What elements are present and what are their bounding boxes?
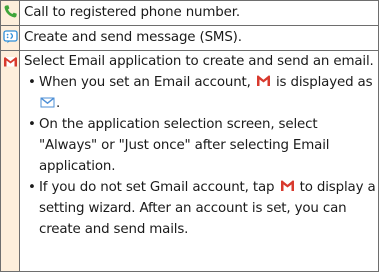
email-description: Select Email application to create and s… xyxy=(24,54,374,69)
note-1-part-1: When you set an Email account, xyxy=(39,75,251,90)
icon-cell xyxy=(0,0,20,26)
note-3-part-1: If you do not set Gmail account, tap xyxy=(39,180,275,195)
note-2: On the application selection screen, sel… xyxy=(39,117,330,174)
row-description: Select Email application to create and s… xyxy=(19,50,379,272)
icon-cell xyxy=(0,50,20,272)
sms-icon xyxy=(2,29,18,44)
table-row-phone: Call to registered phone number. xyxy=(0,0,379,26)
gmail-icon xyxy=(256,73,271,86)
row-description: Call to registered phone number. xyxy=(19,0,379,26)
gmail-icon xyxy=(3,54,18,69)
note-list: When you set an Email account, is displa… xyxy=(24,72,376,240)
phone-icon xyxy=(3,4,18,19)
note-1-part-3: . xyxy=(56,96,61,111)
table-row-email: Select Email application to create and s… xyxy=(0,50,379,272)
note-1-part-2: is displayed as xyxy=(275,75,373,90)
list-item: When you set an Email account, is displa… xyxy=(24,72,376,114)
phone-description: Call to registered phone number. xyxy=(24,5,240,20)
shortcut-table: Call to registered phone number. Create … xyxy=(0,0,379,272)
table-row-sms: Create and send message (SMS). xyxy=(0,25,379,51)
list-item: If you do not set Gmail account, tap to … xyxy=(24,177,376,240)
row-description: Create and send message (SMS). xyxy=(19,25,379,51)
gmail-icon xyxy=(280,178,295,191)
list-item: On the application selection screen, sel… xyxy=(24,114,376,177)
email-envelope-icon xyxy=(40,94,55,108)
icon-cell xyxy=(0,25,20,51)
sms-description: Create and send message (SMS). xyxy=(24,30,242,45)
